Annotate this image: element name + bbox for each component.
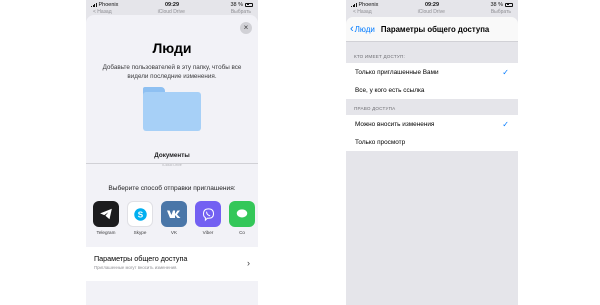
back-label: Люди [354, 24, 375, 34]
share-options-row[interactable]: Параметры общего доступа Приглашенные мо… [86, 247, 258, 281]
app-messages[interactable]: Co [229, 201, 255, 235]
option-invited-only[interactable]: Только приглашенные Вами ✓ [346, 63, 518, 81]
close-button[interactable]: × [240, 22, 252, 34]
share-options-title: Параметры общего доступа [94, 254, 188, 263]
checkmark-icon: ✓ [502, 67, 509, 77]
vk-icon [161, 201, 187, 227]
app-label: Co [239, 230, 245, 235]
folder-name: Документы [154, 152, 190, 159]
nav-title: Параметры общего доступа [380, 24, 490, 34]
app-viber[interactable]: Viber [195, 201, 221, 235]
phone-screen-share-settings: Phoenix 09:29 38 % < Назад iCloud Drive … [346, 0, 518, 305]
app-vk[interactable]: VK [161, 201, 187, 235]
option-anyone-with-link[interactable]: Все, у кого есть ссылка [346, 81, 518, 99]
status-time: 09:29 [164, 1, 180, 8]
option-can-edit[interactable]: Можно вносить изменения ✓ [346, 115, 518, 133]
battery-icon [245, 2, 253, 7]
share-caption: Выберите способ отправки приглашения: [108, 185, 236, 192]
section-header-permission: ПРАВО ДОСТУПА [354, 106, 396, 111]
section-header-access: КТО ИМЕЕТ ДОСТУП: [354, 54, 406, 59]
status-bar: Phoenix 09:29 38 % [86, 0, 258, 9]
viber-icon [195, 201, 221, 227]
phone-screen-people: Phoenix 09:29 38 % < Назад iCloud Drive … [86, 0, 258, 305]
option-view-only[interactable]: Только просмотр [346, 133, 518, 151]
app-telegram[interactable]: Telegram [93, 201, 119, 235]
nav-bar: ‹ Люди Параметры общего доступа [346, 17, 518, 42]
telegram-icon [93, 201, 119, 227]
option-label: Только приглашенные Вами [355, 68, 439, 76]
app-skype[interactable]: S Skype [127, 201, 153, 235]
sheet-subtitle: Добавьте пользователей в эту папку, чтоб… [102, 64, 242, 80]
back-button[interactable]: ‹ Люди [350, 22, 375, 35]
option-label: Можно вносить изменения [355, 120, 435, 128]
divider [86, 163, 258, 164]
chevron-left-icon: ‹ [350, 22, 354, 35]
chevron-right-icon: › [247, 258, 250, 268]
messages-icon [229, 201, 255, 227]
folder-icon [143, 87, 201, 131]
app-label: Telegram [96, 230, 116, 235]
app-label: VK [170, 230, 178, 235]
app-label: Skype [133, 230, 147, 235]
checkmark-icon: ✓ [502, 119, 509, 129]
folder-meta: iCloud Drive [162, 163, 182, 167]
skype-icon: S [127, 201, 153, 227]
option-label: Только просмотр [355, 138, 406, 146]
option-label: Все, у кого есть ссылка [355, 86, 425, 94]
battery-icon [505, 2, 513, 7]
app-label: Viber [202, 230, 214, 235]
svg-text:S: S [137, 210, 143, 219]
share-options-subtitle: Приглашенные могут вносить изменения. [94, 265, 178, 270]
sheet-title: Люди [152, 40, 192, 56]
people-sheet: × Люди Добавьте пользователей в эту папк… [86, 15, 258, 305]
status-time: 09:29 [424, 1, 440, 8]
status-bar: Phoenix 09:29 38 % [346, 0, 518, 9]
share-apps-row: Telegram S Skype VK Viber Co [93, 201, 258, 235]
